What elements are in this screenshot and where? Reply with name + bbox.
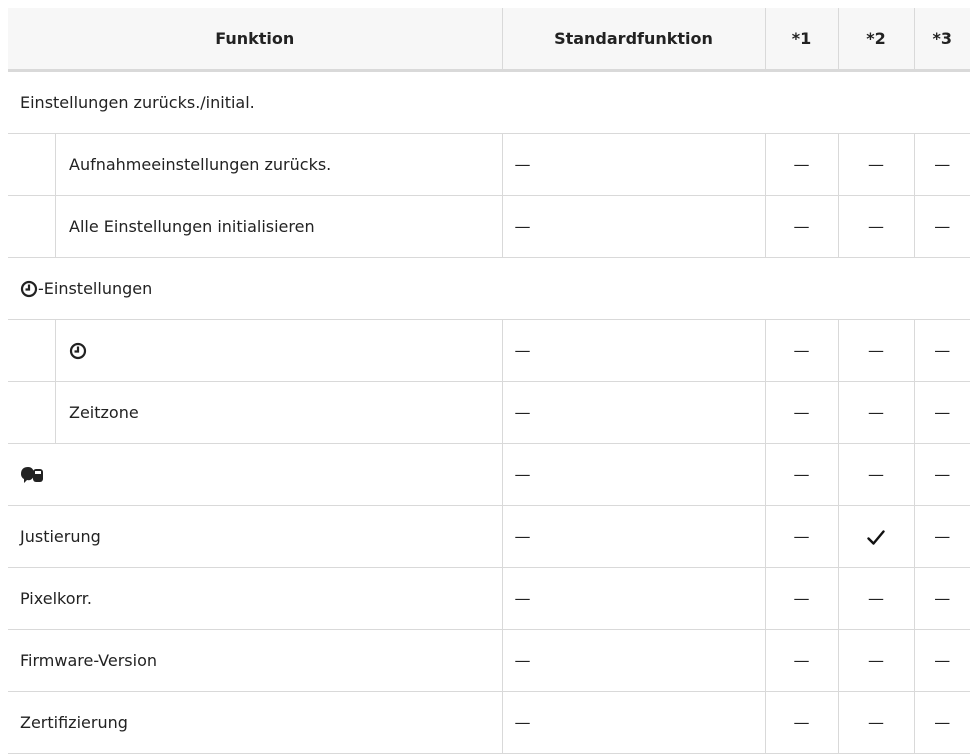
- cell-col-2: —: [837, 133, 914, 196]
- table-row: Firmware-Version — — — —: [8, 629, 970, 692]
- table-row: Justierung — — —: [8, 505, 970, 568]
- header-col-2: *2: [837, 8, 914, 72]
- cell-col-2: —: [837, 381, 914, 444]
- table-row: Aufnahmeeinstellungen zurücks. — — — —: [8, 133, 970, 196]
- cell-col-1: —: [764, 691, 838, 754]
- cell-col-3: —: [913, 133, 970, 196]
- cell-col-2: —: [837, 567, 914, 630]
- cell-col-1: —: [764, 629, 838, 692]
- table-row: Zeitzone — — — —: [8, 381, 970, 444]
- cell-standard: —: [501, 133, 765, 196]
- table-row: — — — —: [8, 319, 970, 382]
- cell-col-1: —: [764, 505, 838, 568]
- cell-standard: —: [501, 195, 765, 258]
- table-row: Zertifizierung — — — —: [8, 691, 970, 754]
- cell-col-3: —: [913, 505, 970, 568]
- row-label: Pixelkorr.: [8, 567, 502, 630]
- header-col-3: *3: [913, 8, 970, 72]
- cell-col-3: —: [913, 629, 970, 692]
- cell-standard: —: [501, 629, 765, 692]
- cell-col-1: —: [764, 133, 838, 196]
- row-label: Firmware-Version: [8, 629, 502, 692]
- table-header-row: Funktion Standardfunktion *1 *2 *3: [8, 8, 970, 72]
- row-label: Justierung: [8, 505, 502, 568]
- cell-col-2: —: [837, 443, 914, 506]
- cell-standard: —: [501, 505, 765, 568]
- cell-col-1: —: [764, 319, 838, 382]
- cell-col-2: [837, 505, 914, 568]
- row-label: Zertifizierung: [8, 691, 502, 754]
- cell-col-1: —: [764, 443, 838, 506]
- cell-col-3: —: [913, 195, 970, 258]
- section-row-reset: Einstellungen zurücks./initial.: [8, 70, 970, 134]
- cell-col-1: —: [764, 195, 838, 258]
- cell-col-2: —: [837, 319, 914, 382]
- cell-standard: —: [501, 319, 765, 382]
- section-title-clock: -Einstellungen: [38, 279, 153, 298]
- cell-col-3: —: [913, 319, 970, 382]
- language-icon: [21, 467, 43, 484]
- header-col-1: *1: [764, 8, 838, 72]
- cell-standard: —: [501, 691, 765, 754]
- table-row: Pixelkorr. — — — —: [8, 567, 970, 630]
- checkmark-icon: [867, 529, 885, 545]
- row-label: Alle Einstellungen initialisieren: [69, 217, 315, 236]
- cell-col-1: —: [764, 567, 838, 630]
- table-row: Alle Einstellungen initialisieren — — — …: [8, 195, 970, 258]
- cell-col-2: —: [837, 195, 914, 258]
- section-row-clock: -Einstellungen: [8, 257, 970, 320]
- cell-col-3: —: [913, 567, 970, 630]
- row-label: Zeitzone: [69, 403, 139, 422]
- cell-col-1: —: [764, 381, 838, 444]
- header-standard-function: Standardfunktion: [501, 8, 765, 72]
- cell-standard: —: [501, 567, 765, 630]
- row-label: Aufnahmeeinstellungen zurücks.: [69, 155, 332, 174]
- cell-col-3: —: [913, 381, 970, 444]
- header-function: Funktion: [8, 8, 502, 72]
- cell-col-2: —: [837, 629, 914, 692]
- section-title-reset: Einstellungen zurücks./initial.: [8, 70, 970, 134]
- cell-col-2: —: [837, 691, 914, 754]
- cell-col-3: —: [913, 443, 970, 506]
- clock-icon: [20, 280, 38, 297]
- cell-standard: —: [501, 381, 765, 444]
- table-row: — — — —: [8, 443, 970, 506]
- clock-icon: [69, 342, 87, 359]
- settings-table: Funktion Standardfunktion *1 *2 *3 Einst…: [8, 8, 970, 754]
- cell-col-3: —: [913, 691, 970, 754]
- cell-standard: —: [501, 443, 765, 506]
